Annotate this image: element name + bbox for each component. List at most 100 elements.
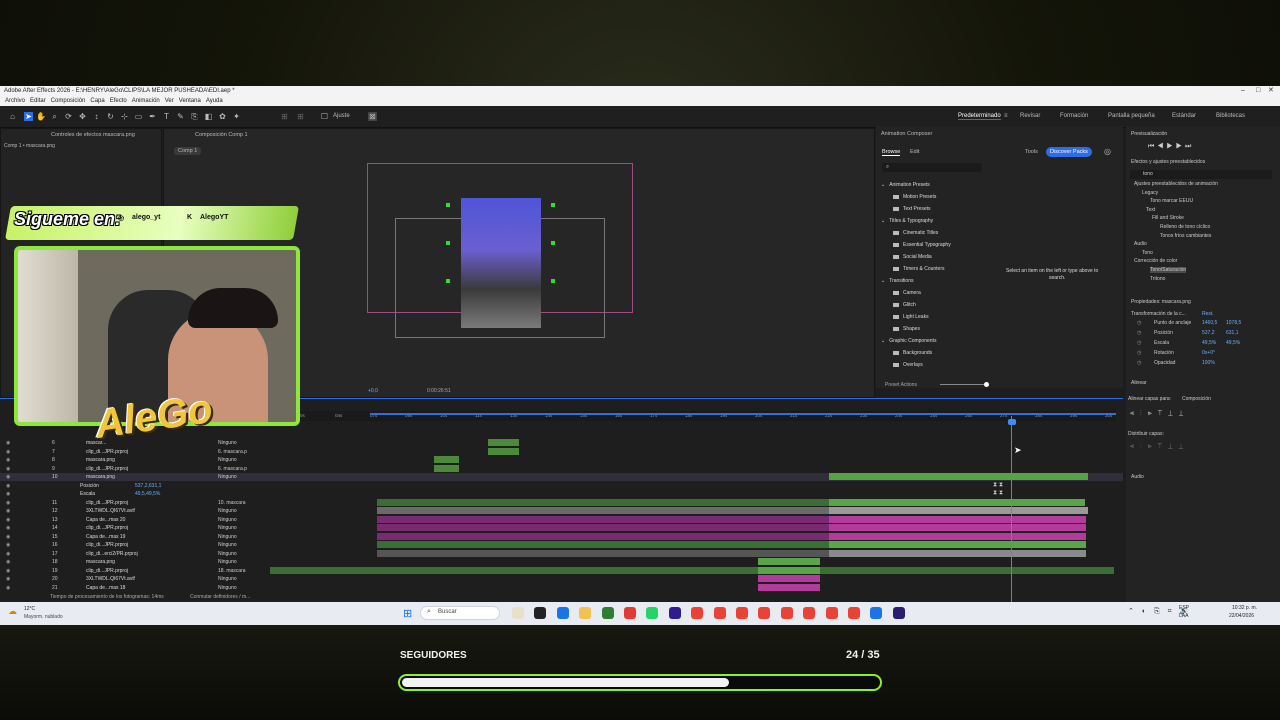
comp-chip[interactable]: Comp 1 (174, 147, 202, 155)
fx-tree-item-2[interactable]: Tono marcar EEUU (1150, 198, 1193, 204)
transform-handle[interactable] (551, 203, 555, 207)
tools-link[interactable]: Tools (1025, 149, 1038, 155)
playhead[interactable] (1011, 416, 1012, 602)
layer-parent[interactable]: Ninguno (218, 534, 237, 540)
eye-icon[interactable]: ◉ (6, 534, 10, 540)
keyframe-icon[interactable]: ⧗ ⧗ (993, 490, 1003, 497)
timeline-row[interactable] (0, 439, 1123, 447)
preview-tab[interactable]: Previsualización (1131, 131, 1167, 137)
eraser-tool-icon[interactable]: ◧ (204, 112, 213, 121)
stopwatch-icon[interactable]: ◷ (1137, 340, 1141, 346)
roto-tool-icon[interactable]: ✿ (218, 112, 227, 121)
fx-tree-item-10[interactable]: Tono/Saturación (1150, 267, 1187, 273)
effect-controls-tab[interactable]: Controles de efectos mascara.png (51, 132, 135, 138)
weather-icon[interactable]: ☁ (8, 606, 17, 617)
timeline-row[interactable] (0, 490, 1123, 498)
stopwatch-icon[interactable]: ◷ (1137, 320, 1141, 326)
layer-bar[interactable] (270, 566, 1114, 574)
eye-icon[interactable]: ◉ (6, 517, 10, 523)
ac-item-2[interactable]: Text Presets (893, 206, 931, 212)
sheets-icon[interactable] (601, 607, 614, 619)
fx-tree-item-1[interactable]: Legacy (1142, 190, 1158, 196)
prop-value-2[interactable]: 1078,5 (1226, 320, 1241, 326)
layer-bar[interactable] (758, 558, 820, 565)
prop-value-2[interactable]: 631,1 (1226, 330, 1239, 336)
toggle-switches-modes[interactable]: Conmutar definidores / m... (190, 594, 250, 600)
stopwatch-icon[interactable]: ◷ (1137, 330, 1141, 336)
workspace-menu-icon[interactable]: ≡ (1004, 113, 1008, 119)
workspace-bibliotecas[interactable]: Bibliotecas (1216, 113, 1245, 119)
keyframe-icon[interactable]: ⧗ ⧗ (993, 482, 1003, 489)
tray-lang[interactable]: ESP (1179, 605, 1189, 611)
workspace-estandar[interactable]: Estándar (1172, 113, 1196, 119)
ac-item-15[interactable]: Overlays (893, 362, 923, 368)
layer-parent[interactable]: Ninguno (218, 576, 237, 582)
layer-name[interactable]: mascara.png (86, 559, 115, 565)
chrome-icon[interactable] (780, 607, 793, 619)
work-area-bar[interactable] (370, 413, 1116, 415)
timeline-row[interactable] (0, 575, 1123, 583)
eye-icon[interactable]: ◉ (6, 585, 10, 591)
layer-name[interactable]: clip_di...JPR.prproj (86, 568, 128, 574)
premiere-icon[interactable] (668, 607, 681, 619)
layer-bar[interactable] (488, 439, 519, 446)
preset-actions-dropdown[interactable]: Preset Actions (885, 382, 917, 388)
layer-name[interactable]: clip_di...JPR.prproj (86, 449, 128, 455)
playback-controls-icon[interactable]: ⏮◀▶▶⏭ (1148, 143, 1194, 151)
preset-size-slider[interactable] (940, 384, 986, 385)
chrome-icon[interactable] (758, 607, 771, 619)
maximize-icon[interactable]: □ (1256, 86, 1260, 96)
fx-tree-item-9[interactable]: Corrección de color (1134, 258, 1177, 264)
minimize-icon[interactable]: – (1241, 86, 1245, 96)
rotate-tool-icon[interactable]: ↻ (106, 112, 115, 121)
tab-edit[interactable]: Edit (910, 149, 919, 155)
fx-tree-item-6[interactable]: Tonos fríos cambiantes (1160, 233, 1211, 239)
task-view-icon[interactable] (512, 607, 524, 619)
layer-name[interactable]: mascara.png (86, 474, 115, 480)
layer-bar[interactable] (758, 575, 820, 582)
ac-item-3[interactable]: ⌄ Titles & Typography (881, 218, 933, 224)
layer-bar[interactable] (829, 515, 1086, 523)
weather-temp[interactable]: 12°C (24, 606, 35, 612)
account-icon[interactable]: ◎ (1104, 147, 1111, 156)
snap-checkbox-icon[interactable]: ☐ (320, 112, 329, 121)
eye-icon[interactable]: ◉ (6, 551, 10, 557)
layer-name[interactable]: clip_di...JPR.prproj (86, 466, 128, 472)
taskbar-search[interactable] (420, 606, 500, 620)
tray-time[interactable]: 10:32 p. m. (1232, 605, 1257, 611)
chrome-icon[interactable] (848, 607, 860, 619)
timeline-row[interactable] (0, 456, 1123, 464)
menu-item-3[interactable]: Capa (90, 96, 104, 106)
fx-tree-item-0[interactable]: Ajustes preestablecidos de animación (1134, 181, 1218, 187)
zoom-readout[interactable]: +0,0 (368, 388, 378, 394)
menu-item-1[interactable]: Editar (30, 96, 46, 106)
weather-desc[interactable]: Mayorm. nublado (24, 614, 63, 620)
transform-handle[interactable] (551, 241, 555, 245)
stopwatch-icon[interactable]: ◷ (1137, 350, 1141, 356)
layer-bar[interactable] (488, 447, 519, 455)
eye-icon[interactable]: ◉ (6, 500, 10, 506)
composition-tab[interactable]: Composición Comp 1 (195, 132, 248, 138)
ac-item-6[interactable]: Social Media (893, 254, 932, 260)
prop-value-2[interactable]: 49,5% (1226, 340, 1240, 346)
layer-name[interactable]: clip_di...erci2/PR.prproj (86, 551, 138, 557)
eye-icon[interactable]: ◉ (6, 508, 10, 514)
tray-date[interactable]: 22/04/2026 (1229, 613, 1254, 619)
whatsapp-icon[interactable] (646, 607, 659, 619)
timeline-row[interactable] (0, 465, 1123, 473)
transform-group[interactable]: Transformación de la c... (1131, 311, 1186, 317)
prop-value-1[interactable]: 0x+0° (1202, 350, 1215, 356)
layer-parent[interactable]: Ninguno (218, 457, 237, 463)
prop-value-1[interactable]: 100% (1202, 360, 1215, 366)
layer-name[interactable]: clip_di...JPR.prproj (86, 500, 128, 506)
layer-parent[interactable]: 10. mascara (218, 500, 246, 506)
pan-behind-tool-icon[interactable]: ⊹ (120, 112, 129, 121)
pan-tool-icon[interactable]: ✥ (78, 112, 87, 121)
pen-tool-icon[interactable]: ✒ (148, 112, 157, 121)
layer-bar[interactable] (829, 549, 1086, 557)
selected-layer-preview[interactable] (461, 198, 541, 328)
eye-icon[interactable]: ◉ (6, 491, 10, 497)
fx-tree-item-5[interactable]: Relleno de tono cíclico (1160, 224, 1210, 230)
opera-icon[interactable] (624, 607, 636, 619)
layer-name[interactable]: clip_di...JPR.prproj (86, 525, 128, 531)
